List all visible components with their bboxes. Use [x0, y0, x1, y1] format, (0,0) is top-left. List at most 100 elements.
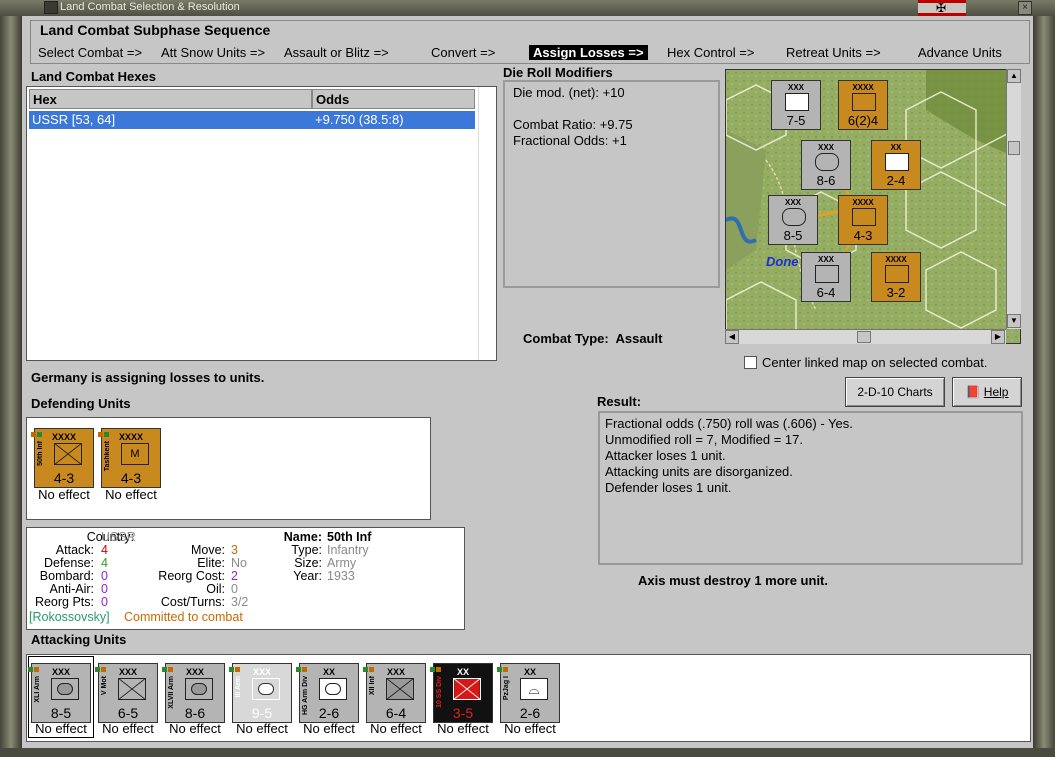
hexes-table: Hex Odds USSR [53, 64] +9.750 (38.5:8): [26, 86, 497, 361]
sequence-title: Land Combat Subphase Sequence: [40, 22, 271, 38]
attacking-effect: No effect: [35, 721, 87, 736]
defending-unit[interactable]: XXXX Tashkent M 4-3: [98, 428, 161, 488]
window-title: Land Combat Selection & Resolution: [60, 1, 240, 13]
table-row[interactable]: USSR [53, 64] +9.750 (38.5:8): [29, 111, 475, 129]
attacking-title: Attacking Units: [31, 632, 127, 647]
attacking-effect: No effect: [504, 721, 556, 736]
scroll-thumb[interactable]: [1008, 141, 1020, 155]
defending-units-box: XXXX 50th Inf 4-3 No effect XXXX Tashken…: [26, 417, 431, 520]
attacking-effect: No effect: [370, 721, 422, 736]
map-counter-selected[interactable]: XXXX 4-3: [838, 195, 888, 245]
frame-left: [0, 16, 22, 757]
map-counter[interactable]: XXX 8-6: [801, 140, 851, 190]
hex-cell: USSR [53, 64]: [32, 112, 116, 127]
step-retreat-units: Retreat Units =>: [786, 45, 881, 60]
close-icon[interactable]: ×: [1018, 1, 1032, 15]
attacking-effect: No effect: [236, 721, 288, 736]
column-header-odds[interactable]: Odds: [312, 89, 475, 109]
armor-symbol-icon: [252, 678, 280, 700]
drm-line: Fractional Odds: +1: [513, 133, 627, 148]
map-counter[interactable]: XXX 7-5: [771, 80, 821, 130]
scroll-up-icon[interactable]: ▲: [1007, 69, 1021, 83]
combat-type-value: Assault: [615, 331, 663, 346]
infantry-symbol-icon: [386, 678, 414, 700]
infantry-symbol-icon: [54, 443, 82, 465]
map-counter[interactable]: XXXX 6(2)4: [838, 80, 888, 130]
hex-map[interactable]: XXX 7-5 XXXX 6(2)4 XXX 8-6 XX 2-4 XXX 8-…: [725, 69, 1021, 344]
map-city-label: Done: [766, 254, 799, 269]
attacking-unit[interactable]: XXX V Mot 6-5: [95, 663, 158, 723]
scroll-thumb[interactable]: [857, 331, 871, 343]
app-icon: [44, 1, 58, 14]
combat-type-key: Combat Type:: [523, 331, 609, 346]
attacking-unit[interactable]: XX 10 SS Div 3-5: [430, 663, 493, 723]
center-map-checkbox[interactable]: [744, 356, 757, 369]
map-counter[interactable]: XXXX 3-2: [871, 252, 921, 302]
column-header-hex[interactable]: Hex: [29, 89, 312, 109]
attacking-unit[interactable]: XXX XII Inf 6-4: [363, 663, 426, 723]
map-counter[interactable]: XX 2-4: [871, 140, 921, 190]
map-horizontal-scrollbar[interactable]: ◀ ▶: [725, 329, 1006, 344]
militia-symbol-icon: M: [121, 443, 149, 465]
attacking-unit[interactable]: XXX III Arm 9-5: [229, 663, 292, 723]
drm-line: Combat Ratio: +9.75: [513, 117, 633, 132]
result-box: Fractional odds (.750) roll was (.606) -…: [598, 411, 1023, 565]
frame-bottom: [0, 748, 1055, 757]
map-counter[interactable]: XXX 6-4: [801, 252, 851, 302]
step-assault-or-blitz: Assault or Blitz =>: [284, 45, 389, 60]
attacking-unit[interactable]: XXX XLVII Arm 8-6: [162, 663, 225, 723]
armor-symbol-icon: [185, 678, 213, 700]
center-map-label: Center linked map on selected combat.: [762, 355, 988, 370]
result-line: Attacking units are disorganized.: [605, 464, 793, 479]
scroll-right-icon[interactable]: ▶: [991, 330, 1005, 344]
attacking-effect: No effect: [303, 721, 355, 736]
scroll-down-icon[interactable]: ▼: [1007, 314, 1021, 328]
armor-symbol-icon: [319, 678, 347, 700]
frame-right: [1033, 16, 1055, 757]
drm-box: Die mod. (net): +10 Combat Ratio: +9.75 …: [503, 80, 720, 288]
table-scroll-area: [478, 87, 496, 360]
result-line: Defender loses 1 unit.: [605, 480, 732, 495]
armor-symbol-icon: [51, 678, 79, 700]
result-line: Attacker loses 1 unit.: [605, 448, 726, 463]
attacking-effect: No effect: [437, 721, 489, 736]
title-bar: Land Combat Selection & Resolution ✠ ×: [0, 0, 1055, 16]
charts-button-label: 2-D-10 Charts: [857, 385, 933, 399]
attacking-unit[interactable]: XX PzJag I ⌓ 2-6: [497, 663, 560, 723]
result-title: Result:: [597, 394, 642, 409]
odds-cell: +9.750 (38.5:8): [315, 112, 404, 127]
drm-title: Die Roll Modifiers: [503, 65, 613, 80]
infantry-symbol-icon: [453, 678, 481, 700]
map-vertical-scrollbar[interactable]: ▲ ▼: [1006, 69, 1021, 329]
attacking-unit[interactable]: XXX XLI Arm 8-5: [28, 663, 91, 723]
step-att-snow-units: Att Snow Units =>: [161, 45, 266, 60]
commander-label: [Rokossovsky]: [29, 610, 110, 624]
attacking-unit[interactable]: XX HG Arm Div 2-6: [296, 663, 359, 723]
drm-line: Die mod. (net): +10: [513, 85, 625, 100]
charts-button[interactable]: 2-D-10 Charts: [845, 377, 945, 407]
defending-effect: No effect: [105, 487, 157, 502]
step-convert: Convert =>: [431, 45, 496, 60]
committed-label: Committed to combat: [124, 610, 243, 624]
defending-title: Defending Units: [31, 396, 131, 411]
defending-unit[interactable]: XXXX 50th Inf 4-3: [31, 428, 94, 488]
attacking-units-box: XXX XLI Arm 8-5 No effect XXX V Mot 6-5 No…: [26, 654, 1031, 742]
map-counter[interactable]: XXX 8-5: [768, 195, 818, 245]
result-line: Fractional odds (.750) roll was (.606) -…: [605, 416, 853, 431]
axis-note: Axis must destroy 1 more unit.: [638, 573, 828, 588]
result-line: Unmodified roll = 7, Modified = 17.: [605, 432, 803, 447]
unit-info-box: Country: USSR Attack: 4 Defense: 4 Bomba…: [26, 527, 465, 630]
attacking-effect: No effect: [102, 721, 154, 736]
germany-flag-icon: ✠: [918, 0, 966, 16]
step-assign-losses: Assign Losses =>: [529, 45, 648, 60]
combat-type-label: Combat Type: Assault: [523, 331, 662, 346]
hexes-title: Land Combat Hexes: [31, 69, 156, 84]
help-button[interactable]: 📕 Help: [952, 377, 1022, 407]
motorized-infantry-symbol-icon: [118, 678, 146, 700]
help-button-label: Help: [983, 385, 1009, 399]
step-advance-units: Advance Units: [918, 45, 1002, 60]
book-icon: 📕: [965, 385, 981, 399]
scroll-left-icon[interactable]: ◀: [725, 330, 739, 344]
status-message: Germany is assigning losses to units.: [31, 370, 265, 385]
antitank-symbol-icon: ⌓: [520, 678, 548, 700]
